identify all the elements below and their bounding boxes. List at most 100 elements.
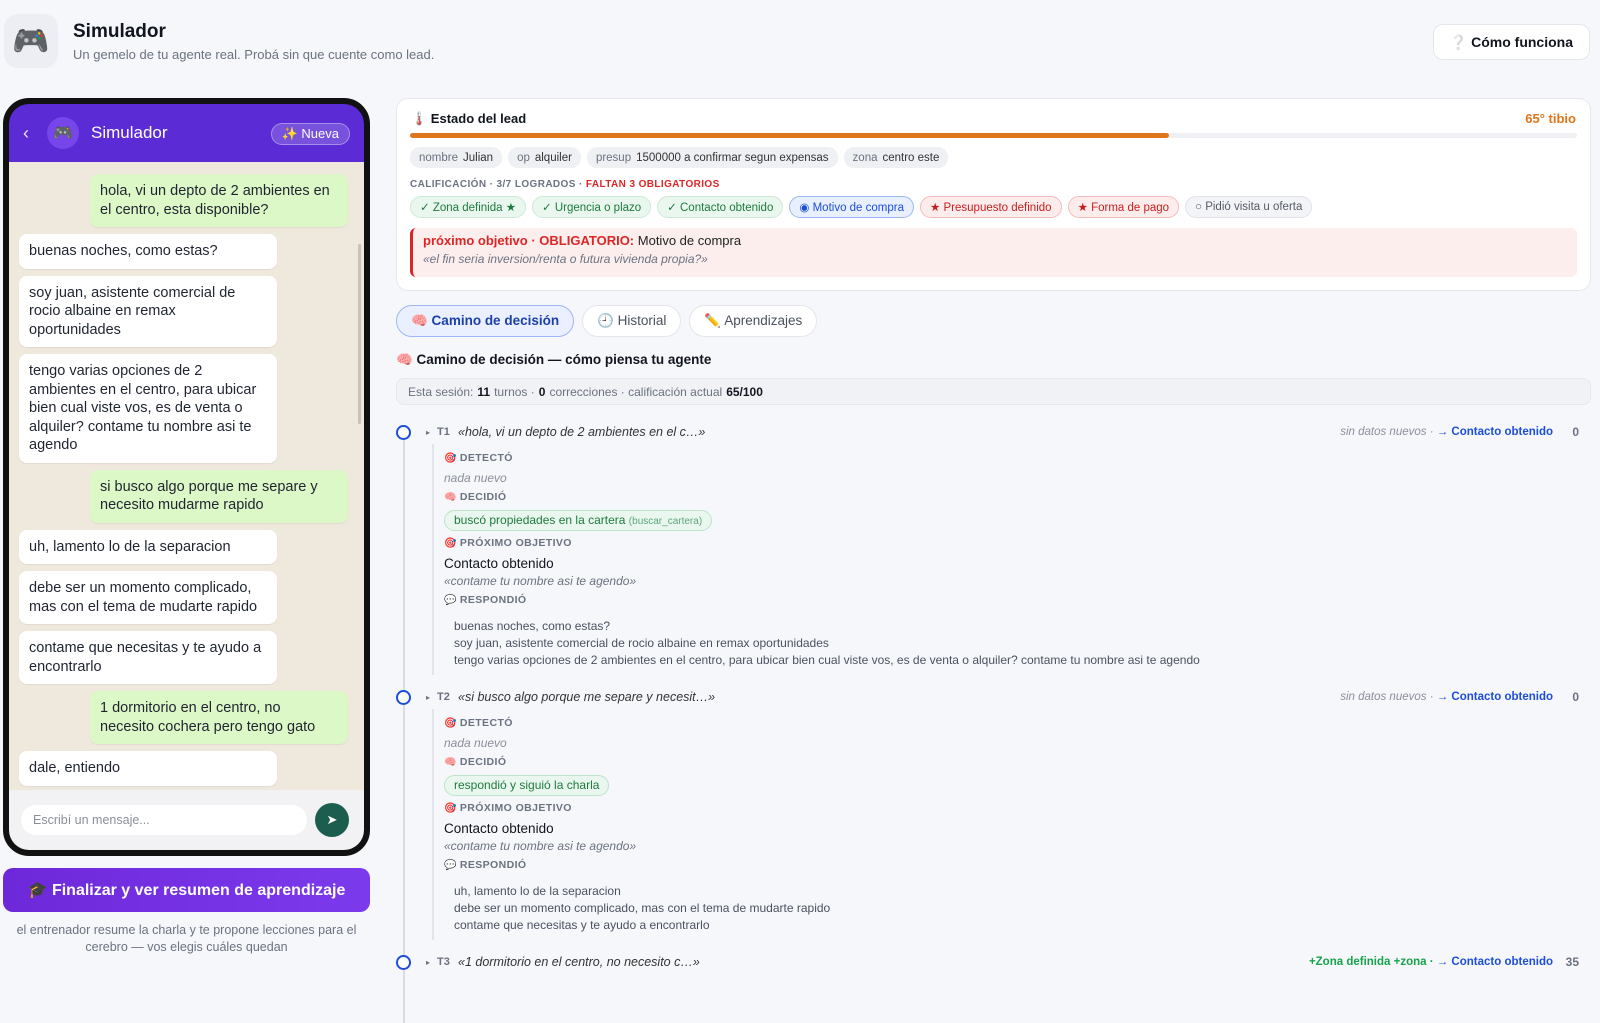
section-label: 🧠 DECIDIÓ [444,756,1591,772]
how-it-works-label: Cómo funciona [1471,34,1573,50]
turn-id: T2 [437,691,450,703]
section-label: 🧠 DECIDIÓ [444,491,1591,507]
turn-item: ▸ T2 «si busco algo porque me separe y nec… [396,685,1591,940]
target-icon: 🎯 [444,718,457,729]
turn-meta: sin datos nuevos · → Contacto obtenido [1340,691,1553,703]
lead-progress-fill [410,133,1169,138]
timeline-dot [396,690,411,705]
incoming-message: buenas noches, como estas? [19,234,277,269]
section-label: 🎯 PRÓXIMO OBJETIVO [444,537,1591,553]
qualification-chip[interactable]: ★ Presupuesto definido [920,196,1062,218]
finish-summary-button[interactable]: 🎓 Finalizar y ver resumen de aprendizaje [3,868,370,912]
qualification-chip[interactable]: ○ Pidió visita u oferta [1185,196,1313,218]
section-label-text: DECIDIÓ [459,756,507,768]
lead-status-card: 🌡️ Estado del lead 65° tibio nombre Julia… [396,98,1591,291]
qualification-chip[interactable]: ★ Forma de pago [1067,196,1180,218]
qualification-chip[interactable]: ◉ Motivo de compra [789,196,914,218]
send-button[interactable]: ➤ [315,803,349,837]
expand-caret-icon[interactable]: ▸ [426,958,430,967]
fact-value: Julian [463,151,494,164]
tab-learnings[interactable]: ✏️ Aprendizajes [689,305,818,337]
section-label: 💬 RESPONDIÓ [444,859,1591,875]
lead-temperature: 65° tibio [1525,111,1576,126]
expand-caret-icon[interactable]: ▸ [426,693,430,702]
app-header: 🎮 Simulador Un gemelo de tu agente real.… [0,0,1600,82]
qualification-count: CALIFICACIÓN · 3/7 LOGRADOS · [410,179,586,190]
next-objective-line: próximo objetivo · OBLIGATORIO: Motivo d… [423,233,1567,248]
next-objective-box: próximo objetivo · OBLIGATORIO: Motivo d… [410,228,1577,277]
qualification-chip[interactable]: ✓ Urgencia o plazo [532,196,652,218]
page-title: Simulador [73,21,166,42]
fact-op: op alquiler [508,147,581,168]
current-score: 65/100 [726,384,763,399]
tab-decision-path[interactable]: 🧠 Camino de decisión [396,305,575,337]
speech-bubble-icon: 💬 [444,860,457,871]
incoming-message: debe ser un momento complicado, mas con … [19,571,277,624]
chat-scrollbar[interactable] [358,244,361,424]
section-label-text: DETECTÓ [459,452,513,464]
phone-simulator: ‹ 🎮 Simulador ✨ Nueva hola, vi un depto … [3,98,370,856]
fact-key: presup [595,151,632,164]
turn-id: T1 [437,426,450,438]
corrections-label: correcciones · calificación actual [549,384,723,399]
tab-history[interactable]: 🕘 Historial [582,305,682,337]
turn-score: 0 [1572,425,1579,439]
agent-reply: uh, lamento lo de la separacion debe ser … [444,883,1591,934]
detected-value: nada nuevo [444,471,507,485]
lead-progress-bar [410,133,1577,138]
section-label-text: RESPONDIÓ [459,594,527,606]
outgoing-message: si busco algo porque me separe y necesit… [90,469,348,523]
timeline-dot [396,955,411,970]
reply-line: soy juan, asistente comercial de rocio a… [454,636,829,650]
decision-timeline: ▸ T1 «hola, vi un depto de 2 ambientes en … [396,420,1591,1023]
section-label-text: DETECTÓ [459,717,513,729]
help-icon: ❔ [1449,33,1468,50]
incoming-message: soy juan, asistente comercial de rocio a… [19,275,277,347]
turn-score: 0 [1572,690,1579,704]
incoming-message: tengo varias opciones de 2 ambientes en … [19,354,277,463]
back-arrow-icon[interactable]: ‹ [23,123,39,144]
fact-key: zona [852,151,878,164]
next-objective-label: próximo objetivo · OBLIGATORIO: [423,233,635,248]
detected-value: nada nuevo [444,736,507,750]
fact-value: alquiler [534,151,572,164]
turn-details: 🎯 DETECTÓ nada nuevo 🧠 DECIDIÓ respondió y si… [432,709,1591,940]
target-icon: 🎯 [444,803,457,814]
how-it-works-button[interactable]: ❔ Cómo funciona [1432,24,1590,60]
turn-quote: «1 dormitorio en el centro, no necesito … [458,955,700,969]
session-prefix: Esta sesión: [408,384,474,399]
reply-line: uh, lamento lo de la separacion [454,884,621,898]
section-label-text: PRÓXIMO OBJETIVO [459,802,572,814]
turn-meta: +Zona definida +zona · → Contacto obteni… [1309,956,1553,968]
chat-header: ‹ 🎮 Simulador ✨ Nueva [9,104,364,162]
message-input[interactable] [21,805,307,835]
decision-text: buscó propiedades en la cartera [454,513,626,527]
incoming-message: uh, lamento lo de la separacion [19,529,277,564]
section-label: 🎯 PRÓXIMO OBJETIVO [444,802,1591,818]
lead-status-title: 🌡️ Estado del lead [411,111,527,126]
brain-icon: 🧠 [444,492,457,503]
turn-meta-prefix: sin datos nuevos · [1340,426,1437,438]
turn-header[interactable]: ▸ T3 «1 dormitorio en el centro, no necesi… [396,950,1591,974]
turn-header[interactable]: ▸ T1 «hola, vi un depto de 2 ambientes en … [396,420,1591,444]
qualification-chip[interactable]: ✓ Zona definida ★ [410,196,527,218]
decision-badge: respondió y siguió la charla [444,775,610,796]
turn-id: T3 [437,956,450,968]
fact-nombre: nombre Julian [410,147,503,168]
section-label-text: DECIDIÓ [459,491,507,503]
chat-messages[interactable]: hola, vi un depto de 2 ambientes en el c… [9,162,364,790]
turn-header[interactable]: ▸ T2 «si busco algo porque me separe y nec… [396,685,1591,709]
turn-meta-prefix: sin datos nuevos · [1340,691,1437,703]
gamepad-icon: 🎮 [4,14,58,68]
turn-meta: sin datos nuevos · → Contacto obtenido [1340,426,1553,438]
qualification-missing: FALTAN 3 OBLIGATORIOS [585,179,720,190]
qualification-chip[interactable]: ✓ Contacto obtenido [657,196,784,218]
fact-zona: zona centro este [843,147,949,168]
fact-key: nombre [419,151,458,164]
reply-line: tengo varias opciones de 2 ambientes en … [454,653,1200,667]
incoming-message: contame que necesitas y te ayudo a encon… [19,631,277,684]
new-chat-button[interactable]: ✨ Nueva [270,123,350,145]
next-goal-question: «contame tu nombre asi te agendo» [444,574,637,588]
expand-caret-icon[interactable]: ▸ [426,428,430,437]
next-goal-question: «contame tu nombre asi te agendo» [444,839,637,853]
